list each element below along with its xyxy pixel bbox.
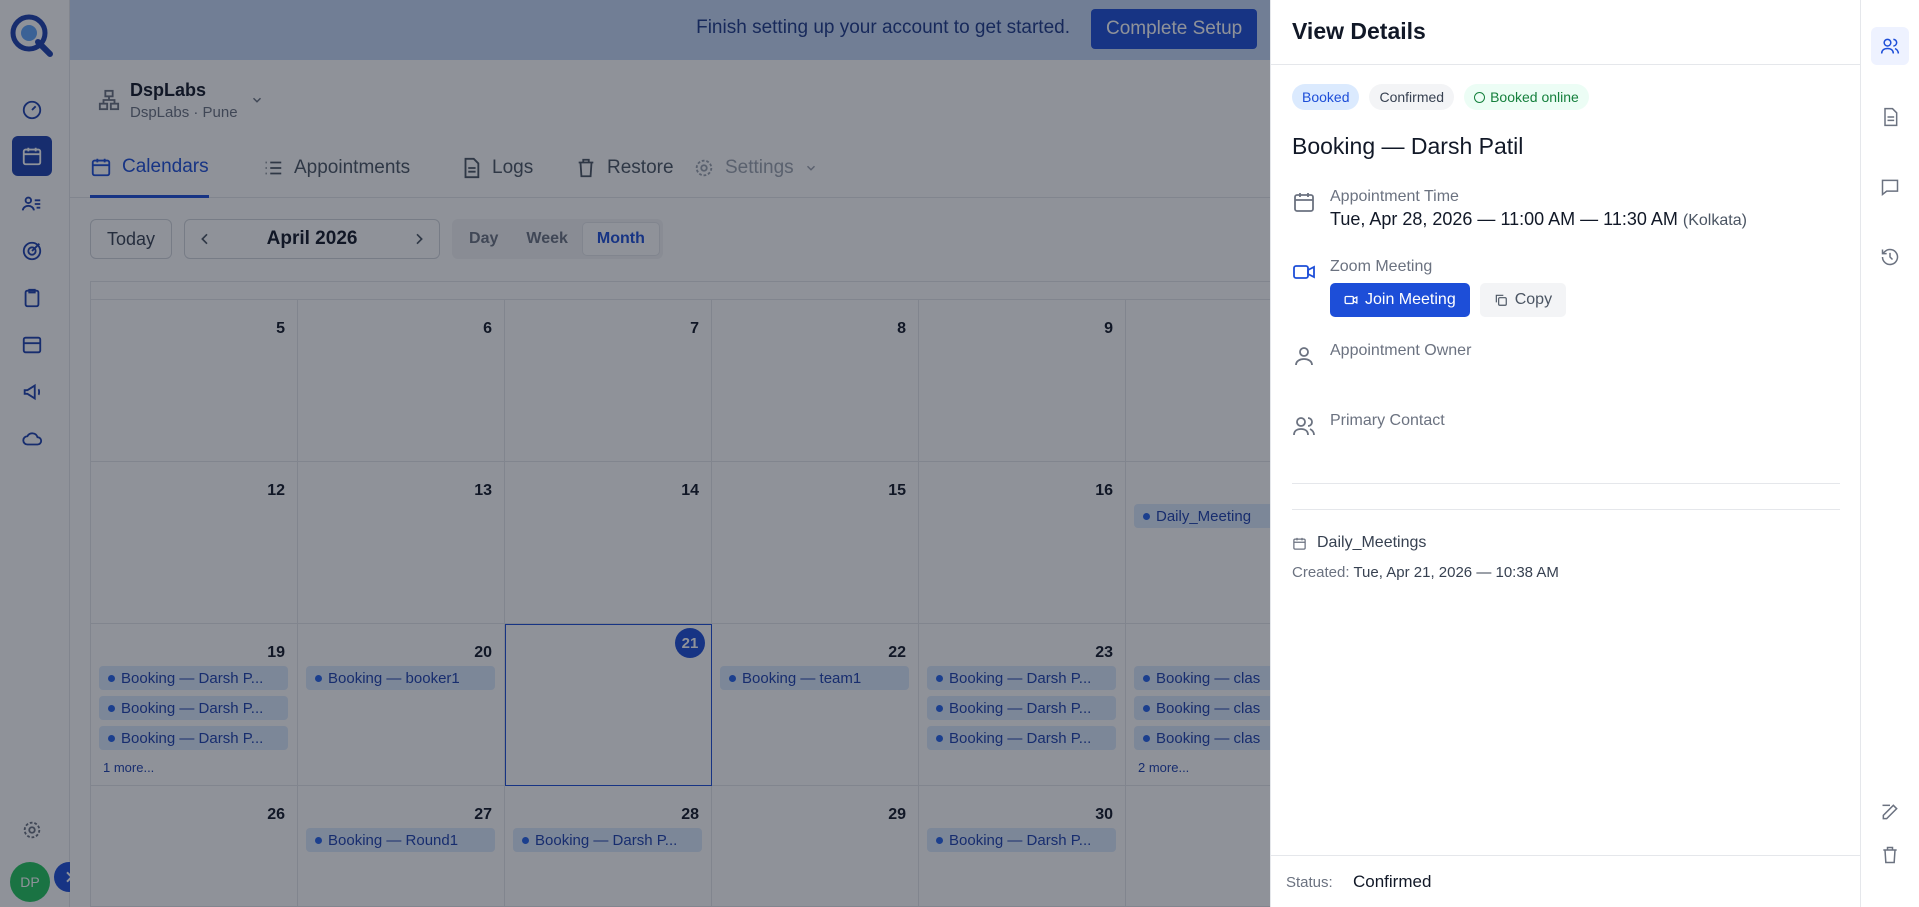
contacts-tab-icon[interactable] xyxy=(1871,27,1909,65)
status-chips: Booked Confirmed Booked online xyxy=(1292,84,1599,110)
created-label: Created: xyxy=(1292,564,1350,581)
zoom-meeting-row: Zoom Meeting Join Meeting Copy xyxy=(1292,258,1567,317)
modal-backdrop[interactable] xyxy=(0,0,1270,907)
time-label: Appointment Time xyxy=(1330,188,1459,205)
booking-title: Booking — Darsh Patil xyxy=(1292,133,1524,159)
booked-online-badge: Booked online xyxy=(1464,84,1589,110)
divider xyxy=(1292,509,1840,510)
detail-side-toolbar xyxy=(1860,0,1919,907)
edit-icon[interactable] xyxy=(1871,793,1909,831)
booked-badge: Booked xyxy=(1292,84,1360,110)
copy-icon xyxy=(1495,294,1507,306)
copy-label: Copy xyxy=(1514,291,1553,308)
panel-title: View Details xyxy=(1292,18,1426,44)
video-camera-icon xyxy=(1344,295,1358,305)
calendar-icon xyxy=(1294,193,1314,212)
timezone: (Kolkata) xyxy=(1682,212,1747,229)
history-icon[interactable] xyxy=(1871,238,1909,276)
calendar-name: Daily_Meetings xyxy=(1292,534,1426,552)
globe-icon xyxy=(1474,91,1486,103)
status-value[interactable]: Confirmed xyxy=(1353,872,1431,892)
time-value-line: Tue, Apr 28, 2026 — 11:00 AM — 11:30 AM … xyxy=(1330,209,1747,230)
divider xyxy=(1292,483,1840,484)
created-line: Created: Tue, Apr 21, 2026 — 10:38 AM xyxy=(1292,564,1559,581)
notes-document-icon[interactable] xyxy=(1871,98,1909,136)
status-label: Status: xyxy=(1286,874,1333,891)
copy-link-button[interactable]: Copy xyxy=(1479,283,1567,317)
view-details-panel: View Details Booked Confirmed Booked onl… xyxy=(1270,0,1861,907)
created-value: Tue, Apr 21, 2026 — 10:38 AM xyxy=(1353,564,1559,581)
primary-contact-row: Primary Contact xyxy=(1292,412,1445,438)
calendar-icon xyxy=(1293,537,1306,550)
chat-icon[interactable] xyxy=(1871,168,1909,206)
video-camera-icon xyxy=(1293,265,1315,279)
appointment-time-row: Appointment Time Tue, Apr 28, 2026 — 11:… xyxy=(1292,188,1747,230)
panel-footer: Status: Confirmed xyxy=(1271,855,1861,907)
confirmed-badge: Confirmed xyxy=(1369,84,1455,110)
appointment-owner-row: Appointment Owner xyxy=(1292,342,1471,368)
contact-label: Primary Contact xyxy=(1330,412,1445,429)
people-icon xyxy=(1293,417,1315,436)
divider xyxy=(1271,64,1861,65)
person-icon xyxy=(1295,347,1313,366)
badge-label: Booked online xyxy=(1490,89,1579,105)
meeting-actions: Join Meeting Copy xyxy=(1330,283,1567,317)
join-label: Join Meeting xyxy=(1365,291,1456,308)
join-meeting-button[interactable]: Join Meeting xyxy=(1330,283,1470,317)
time-value: Tue, Apr 28, 2026 — 11:00 AM — 11:30 AM xyxy=(1330,209,1678,229)
calendar-name-text: Daily_Meetings xyxy=(1317,534,1427,551)
zoom-label: Zoom Meeting xyxy=(1330,258,1433,275)
owner-label: Appointment Owner xyxy=(1330,342,1472,359)
delete-trash-icon[interactable] xyxy=(1871,836,1909,874)
